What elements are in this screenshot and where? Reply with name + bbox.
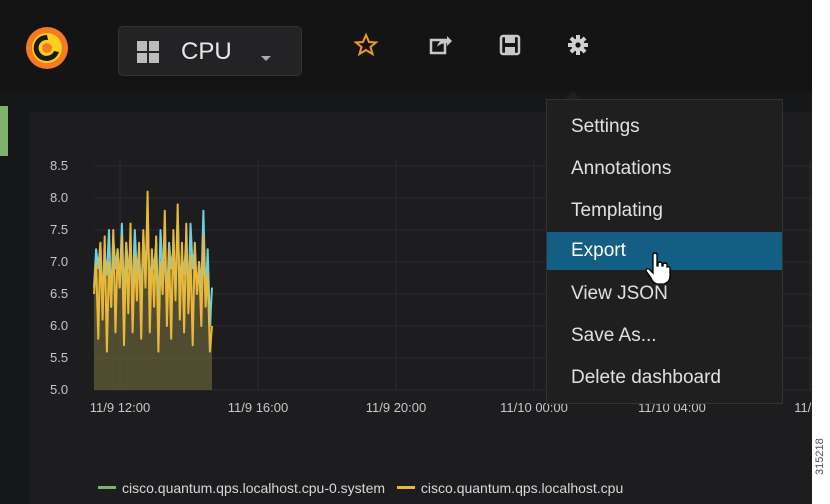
menu-item-templating[interactable]: Templating [547,192,782,230]
menu-item-save-as[interactable]: Save As... [547,317,782,355]
grafana-logo-icon[interactable] [24,25,70,71]
menu-item-settings[interactable]: Settings [547,108,782,146]
y-tick-label: 8.0 [50,190,68,205]
legend-label: cisco.quantum.qps.localhost.cpu-0.system [122,480,386,496]
legend-swatch [396,485,415,489]
gear-icon[interactable] [565,32,591,58]
legend-label: cisco.quantum.qps.localhost.cpu [420,480,624,496]
y-tick-label: 7.0 [50,254,68,269]
grafana-screen: CPU 8.5 8.0 7.5 7.0 6.5 6.0 5.5 5.0 11/9… [0,0,812,504]
dropdown-arrow [565,91,581,99]
menu-item-delete-dashboard[interactable]: Delete dashboard [547,359,782,397]
y-tick-label: 7.5 [50,222,68,237]
x-tick-label: 11/9 20:00 [366,400,426,415]
x-tick-label: 11/9 12:00 [90,400,150,415]
chevron-down-icon [261,56,271,61]
y-tick-label: 6.0 [50,318,68,333]
x-tick-label: 11/10 [794,400,812,415]
y-tick-label: 5.0 [50,382,68,397]
menu-item-annotations[interactable]: Annotations [547,150,782,188]
top-navbar: CPU [0,0,812,92]
legend-swatch [98,485,116,489]
y-tick-label: 5.5 [50,350,68,365]
dashboard-grid-icon [137,41,159,63]
dashboard-title: CPU [181,38,232,65]
save-icon[interactable] [497,32,523,58]
y-tick-label: 8.5 [50,158,68,173]
figure-id-label: 315218 [814,438,826,475]
x-tick-label: 11/9 16:00 [228,400,288,415]
hand-pointer-icon [645,252,671,289]
legend-item-system[interactable]: cisco.quantum.qps.localhost.cpu-0.system [98,480,385,496]
share-icon[interactable] [427,32,453,58]
legend-item-cpu[interactable]: cisco.quantum.qps.localhost.cpu [396,480,624,496]
star-icon[interactable] [353,32,379,58]
graph-legend: cisco.quantum.qps.localhost.cpu-0.system… [98,480,631,496]
row-collapse-bar[interactable] [0,106,8,156]
y-tick-label: 6.5 [50,286,68,301]
dashboard-picker[interactable]: CPU [118,26,302,76]
